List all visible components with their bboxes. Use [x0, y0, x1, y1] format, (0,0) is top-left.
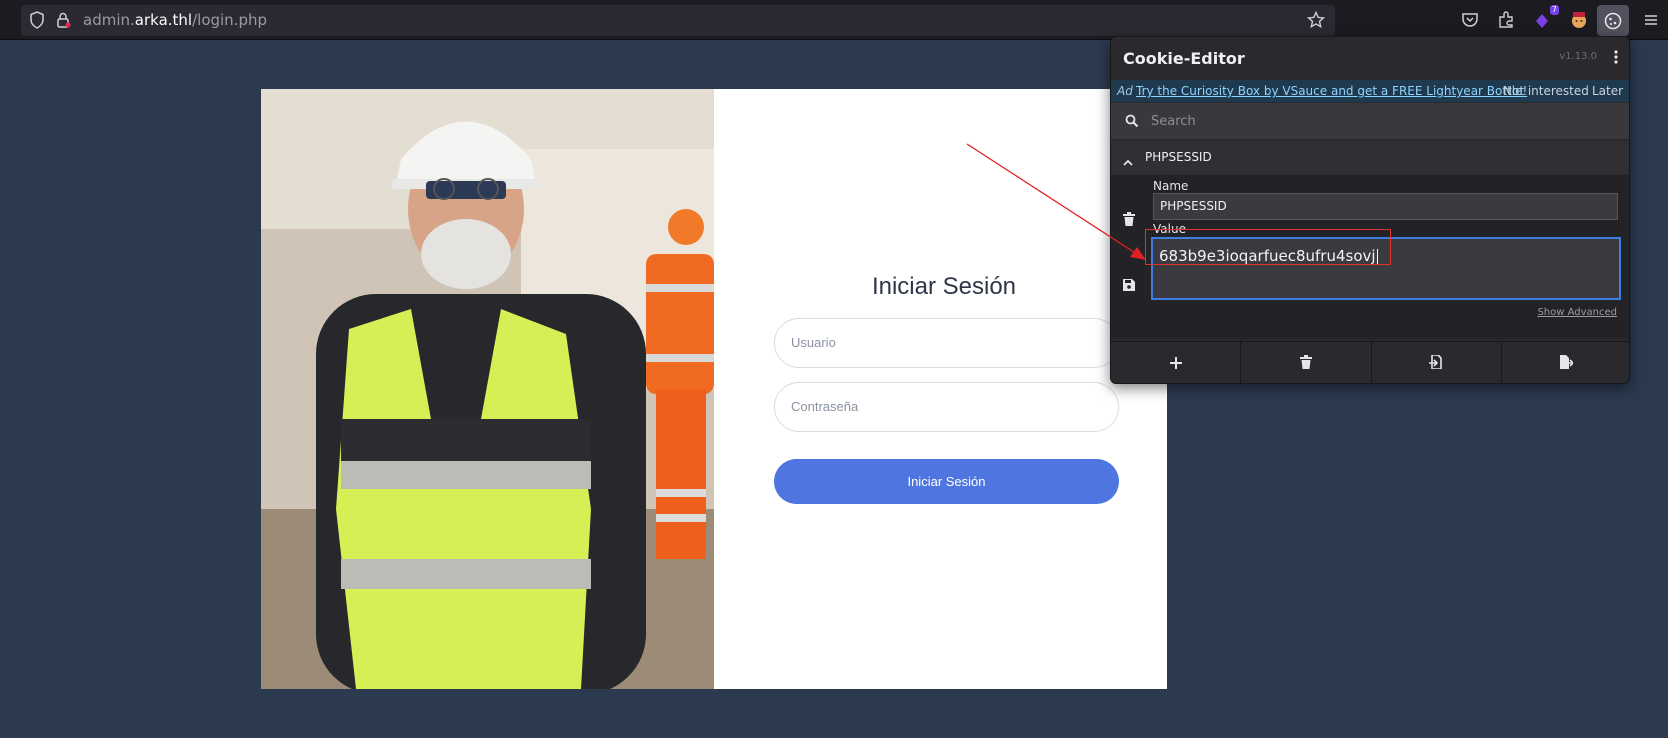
value-highlight-box [1145, 229, 1391, 265]
name-label: Name [1153, 179, 1189, 193]
password-input[interactable]: Contraseña [774, 382, 1119, 432]
later-link[interactable]: Later [1592, 84, 1623, 98]
popup-footer [1111, 341, 1629, 383]
extensions-icon[interactable] [1495, 9, 1517, 31]
delete-all-button[interactable] [1241, 342, 1372, 383]
pocket-icon[interactable] [1459, 9, 1481, 31]
import-button[interactable] [1372, 342, 1502, 383]
extension-badge-icon[interactable]: 7 [1531, 5, 1559, 31]
star-icon[interactable] [1306, 10, 1326, 33]
popup-header: Cookie-Editor v1.13.0 [1111, 37, 1629, 79]
ad-bar: Ad Try the Curiosity Box by VSauce and g… [1111, 80, 1629, 102]
ad-tag: Ad [1117, 84, 1133, 98]
login-submit-button[interactable]: Iniciar Sesión [774, 459, 1119, 504]
login-card: Iniciar Sesión Usuario Contraseña Inicia… [261, 89, 1167, 689]
delete-all-icon [1299, 354, 1312, 373]
url-domain: arka.thl [134, 11, 193, 29]
search-row [1111, 103, 1629, 139]
cookie-header-row[interactable]: PHPSESSID [1111, 141, 1629, 175]
url-path: /login.php [192, 11, 268, 29]
cookie-name-input[interactable]: PHPSESSID [1153, 193, 1618, 220]
cookie-detail: Name PHPSESSID Value 683b9e3ioqarfuec8uf… [1111, 175, 1629, 339]
add-icon [1169, 354, 1182, 373]
url-text[interactable]: admin.arka.thl/login.php [83, 11, 267, 29]
show-advanced-link[interactable]: Show Advanced [1537, 307, 1617, 318]
popup-version: v1.13.0 [1559, 51, 1597, 62]
login-title: Iniciar Sesión [871, 273, 1017, 300]
kebab-menu-icon[interactable] [1613, 49, 1619, 69]
not-interested-link[interactable]: Not interested [1503, 84, 1589, 98]
chevron-up-icon[interactable] [1123, 152, 1133, 171]
import-icon [1429, 354, 1443, 373]
username-input[interactable]: Usuario [774, 318, 1119, 368]
url-prefix: admin. [83, 11, 135, 29]
cookie-editor-popup: Cookie-Editor v1.13.0 Ad Try the Curiosi… [1110, 36, 1630, 384]
cookie-icon[interactable] [1597, 5, 1629, 36]
popup-title: Cookie-Editor [1123, 49, 1245, 68]
ad-link[interactable]: Try the Curiosity Box by VSauce and get … [1136, 84, 1527, 98]
save-icon[interactable] [1123, 276, 1135, 295]
avatar-extension-icon[interactable] [1568, 9, 1590, 31]
shield-icon[interactable] [29, 11, 45, 33]
trash-icon[interactable] [1123, 211, 1135, 230]
worker-photo [261, 89, 714, 689]
browser-toolbar: admin.arka.thl/login.php 7 [0, 0, 1668, 40]
cookie-header-name: PHPSESSID [1145, 150, 1212, 164]
add-cookie-button[interactable] [1111, 342, 1242, 383]
export-button[interactable] [1502, 342, 1629, 383]
search-input[interactable] [1151, 103, 1621, 139]
lock-icon[interactable] [55, 11, 71, 33]
extension-badge-count: 7 [1549, 5, 1559, 15]
export-icon [1559, 354, 1575, 373]
search-icon [1125, 113, 1139, 132]
menu-icon[interactable] [1640, 9, 1662, 31]
address-bar[interactable]: admin.arka.thl/login.php [21, 5, 1335, 36]
